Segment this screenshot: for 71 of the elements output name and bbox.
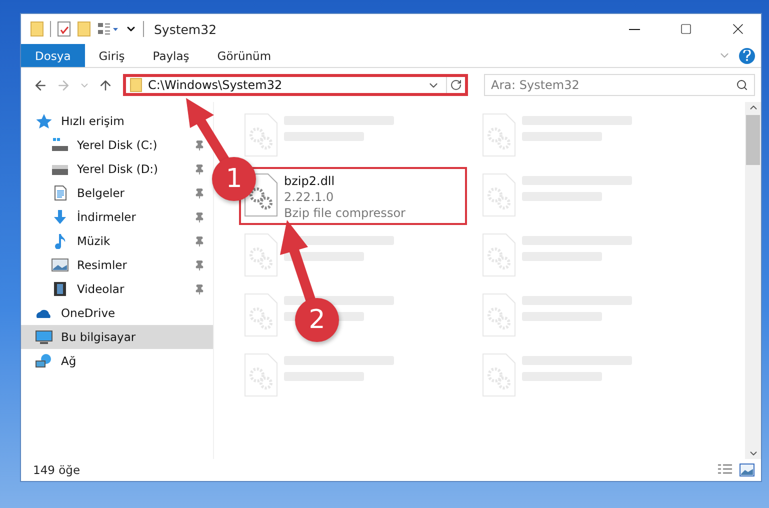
star-icon — [35, 113, 53, 129]
file-version: 2.22.1.0 — [284, 189, 335, 205]
file-icon — [482, 293, 516, 337]
file-icon — [482, 173, 516, 217]
sidebar-label: Ağ — [61, 354, 78, 368]
sidebar-item[interactable]: Videolar — [21, 277, 213, 301]
refresh-icon — [450, 79, 462, 91]
sidebar-item[interactable]: Müzik — [21, 229, 213, 253]
file-icon — [244, 353, 278, 397]
ribbon-tab[interactable]: Görünüm — [203, 44, 286, 67]
large-icons-view-icon[interactable] — [739, 463, 755, 477]
sidebar-item[interactable]: OneDrive — [21, 301, 213, 325]
sidebar-item[interactable]: Ağ — [21, 349, 213, 373]
pin-icon[interactable] — [194, 284, 205, 294]
download-icon — [51, 209, 69, 225]
scroll-thumb[interactable] — [746, 115, 760, 165]
computer-icon — [35, 329, 53, 345]
film-icon — [51, 281, 69, 297]
maximize-icon — [680, 23, 692, 35]
scrollbar[interactable] — [745, 102, 761, 459]
item-count: 149 öğe — [33, 463, 82, 477]
properties-icon[interactable] — [57, 21, 71, 37]
file-icon — [482, 113, 516, 157]
sidebar-label: Belgeler — [77, 186, 126, 200]
pin-icon[interactable] — [194, 236, 205, 246]
file-description: Bzip file compressor — [284, 205, 406, 221]
search-icon — [736, 79, 748, 91]
folder-icon — [130, 78, 142, 92]
new-folder-icon[interactable] — [77, 21, 91, 37]
file-icon — [482, 353, 516, 397]
file-icon — [244, 233, 278, 277]
forward-arrow-icon — [56, 78, 71, 92]
sidebar-item[interactable]: Hızlı erişim — [21, 109, 213, 133]
file-icon — [244, 113, 278, 157]
help-icon[interactable] — [739, 48, 755, 64]
ribbon-tab[interactable]: Paylaş — [138, 44, 204, 67]
sidebar-label: Yerel Disk (D:) — [77, 162, 160, 176]
sidebar-item[interactable]: İndirmeler — [21, 205, 213, 229]
sidebar-label: İndirmeler — [77, 210, 137, 224]
sidebar-label: Hızlı erişim — [61, 114, 126, 128]
pin-icon[interactable] — [194, 164, 205, 174]
window-title: System32 — [154, 22, 218, 36]
sidebar-label: Bu bilgisayar — [61, 330, 137, 344]
address-path: C:\Windows\System32 — [148, 78, 284, 92]
sidebar-item[interactable]: Belgeler — [21, 181, 213, 205]
sidebar-item[interactable]: Yerel Disk (D:) — [21, 157, 213, 181]
sidebar-item[interactable]: Resimler — [21, 253, 213, 277]
pin-icon[interactable] — [194, 212, 205, 222]
sidebar-label: Yerel Disk (C:) — [77, 138, 158, 152]
ribbon-tab[interactable]: Giriş — [84, 44, 139, 67]
sidebar-label: Müzik — [77, 234, 112, 248]
minimize-icon — [628, 28, 640, 30]
sidebar-label: OneDrive — [61, 306, 116, 320]
view-options-icon[interactable] — [97, 21, 119, 37]
address-bar[interactable]: C:\Windows\System32 — [123, 74, 468, 96]
sidebar-item[interactable]: Bu bilgisayar — [21, 325, 213, 349]
file-icon — [244, 293, 278, 337]
sidebar-label: Videolar — [77, 282, 126, 296]
pin-icon[interactable] — [194, 140, 205, 150]
file-name: bzip2.dll — [284, 173, 336, 189]
sidebar-label: Resimler — [77, 258, 128, 272]
network-icon — [35, 353, 53, 369]
file-icon — [482, 233, 516, 277]
folder-icon[interactable] — [30, 21, 44, 37]
drive-icon — [51, 137, 69, 153]
pin-icon[interactable] — [194, 188, 205, 198]
sidebar-item[interactable]: Yerel Disk (C:) — [21, 133, 213, 157]
image-icon — [51, 257, 69, 273]
ribbon-tab[interactable]: Dosya — [21, 44, 85, 67]
pin-icon[interactable] — [194, 260, 205, 270]
search-field[interactable]: Ara: System32 — [484, 74, 755, 96]
